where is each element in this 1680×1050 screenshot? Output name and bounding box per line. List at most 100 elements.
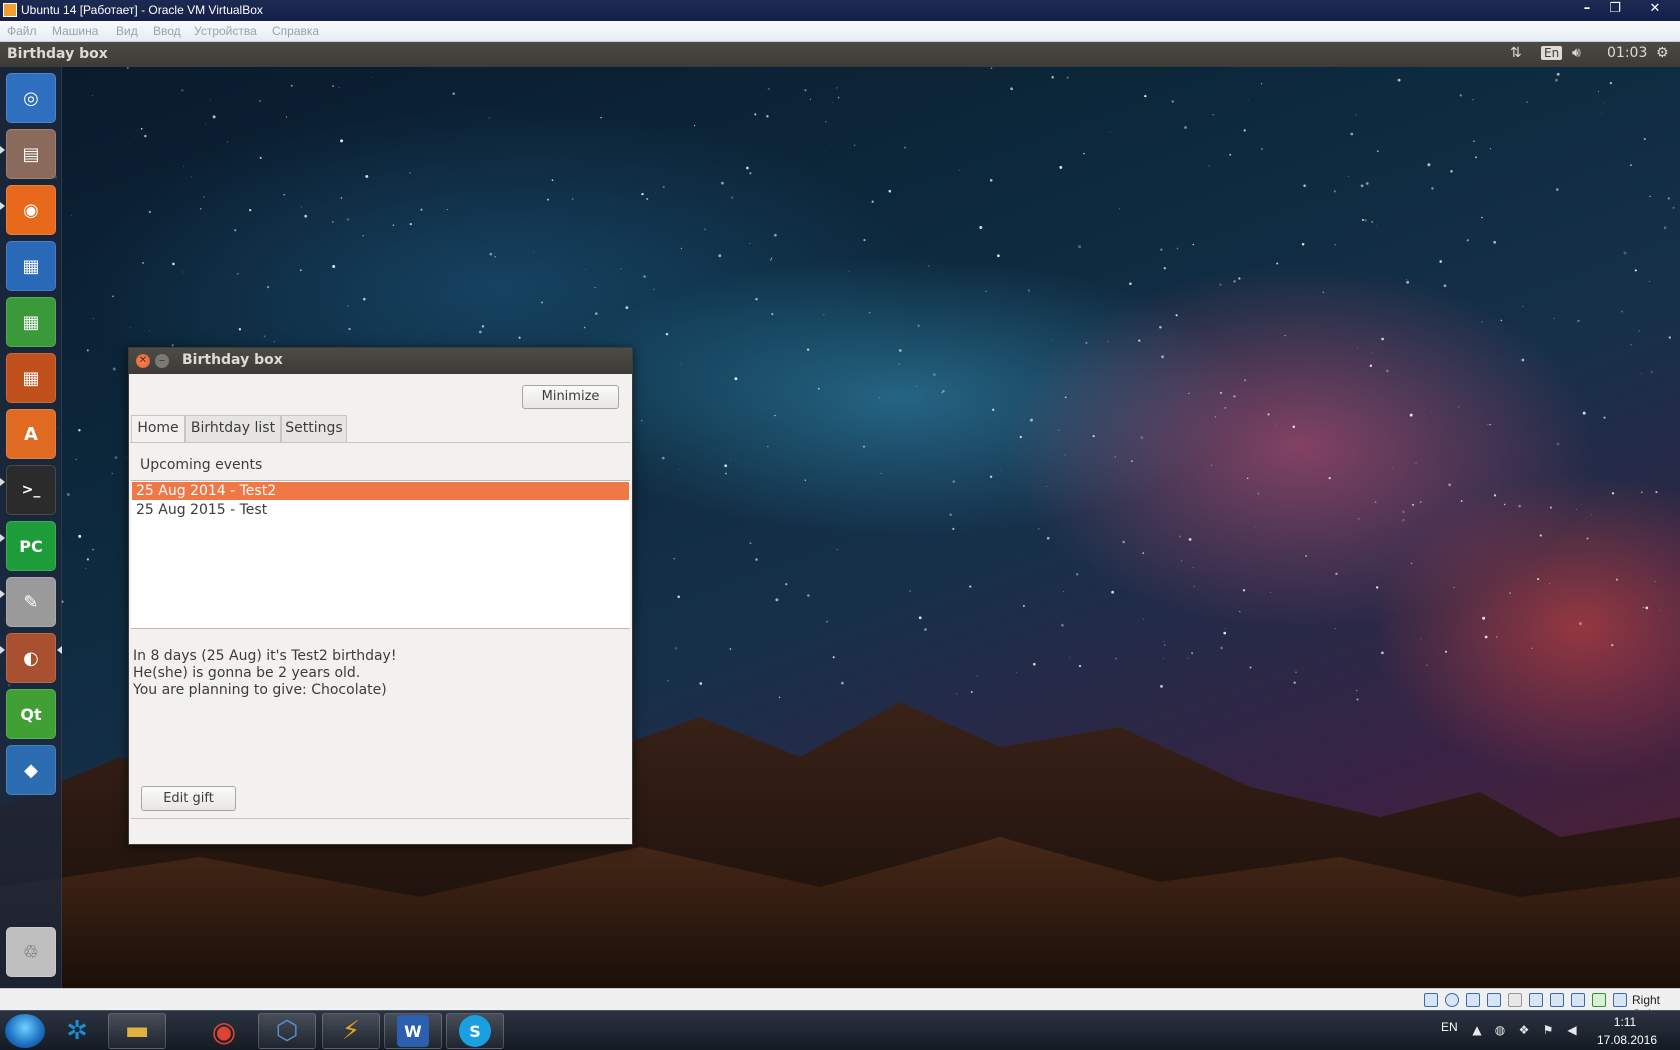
star (1556, 188, 1559, 191)
start-button[interactable] (5, 1014, 45, 1048)
star (1064, 454, 1066, 456)
star (203, 196, 205, 198)
firefox-icon[interactable]: ◉ (6, 185, 56, 235)
mouse-integration-icon[interactable] (1592, 993, 1606, 1007)
explorer-icon[interactable]: ▬ (108, 1013, 166, 1049)
shared-folders-icon[interactable] (1508, 993, 1522, 1007)
star (1188, 537, 1192, 541)
tab-birthday-list[interactable]: Birhtday list (185, 415, 281, 442)
star (769, 259, 772, 261)
speaker-tray-icon[interactable]: ◀ (1565, 1023, 1579, 1037)
action-center-icon[interactable]: ⚑ (1541, 1023, 1555, 1037)
star (1643, 138, 1646, 141)
panel-clock[interactable]: 01:03 (1607, 45, 1647, 61)
star (1220, 646, 1223, 650)
list-item[interactable]: 25 Aug 2014 - Test2 (132, 482, 629, 500)
events-list[interactable]: 25 Aug 2014 - Test2 25 Aug 2015 - Test (131, 480, 630, 629)
birthday-box-icon[interactable]: ◐ (6, 633, 56, 683)
steam-tray-icon[interactable]: ◍ (1493, 1023, 1507, 1037)
tray-clock-time[interactable]: 1:11 (1600, 1015, 1650, 1029)
star (1192, 243, 1195, 246)
winamp-glyph: ⚡ (341, 1016, 361, 1046)
software-center-icon[interactable]: A (6, 409, 56, 459)
tab-home[interactable]: Home (131, 415, 185, 443)
libreoffice-calc-icon[interactable]: ▦ (6, 297, 56, 347)
tray-expand-icon[interactable]: ▲ (1470, 1023, 1484, 1037)
qt-creator-icon[interactable]: Qt (6, 689, 56, 739)
network-adapter-icon[interactable] (1466, 993, 1480, 1007)
skype-icon[interactable]: S (446, 1013, 504, 1049)
host-minimize-button[interactable]: – (1573, 0, 1601, 18)
star (1375, 586, 1379, 589)
star (807, 594, 810, 597)
tab-settings[interactable]: Settings (281, 415, 347, 442)
display-icon[interactable] (1529, 993, 1543, 1007)
fish-app-icon[interactable]: ◆ (6, 745, 56, 795)
star (1069, 656, 1071, 658)
network-icon[interactable]: ⇅ (1510, 45, 1522, 61)
star (641, 192, 644, 196)
star (720, 181, 724, 185)
edit-gift-button[interactable]: Edit gift (141, 786, 236, 811)
star (640, 419, 643, 422)
star (1575, 508, 1577, 510)
star (78, 534, 82, 538)
network-app-icon[interactable]: ✲ (48, 1013, 106, 1049)
dropbox-tray-icon[interactable]: ❖ (1517, 1023, 1531, 1037)
star (600, 116, 602, 119)
star (770, 257, 773, 259)
keyboard-layout-indicator[interactable]: En (1541, 46, 1563, 60)
chrome-icon[interactable]: ◉ (195, 1013, 253, 1049)
virtualbox-icon[interactable]: ⬡ (258, 1013, 316, 1049)
usb-icon[interactable] (1487, 993, 1501, 1007)
list-item[interactable]: 25 Aug 2015 - Test (132, 501, 629, 519)
word-icon[interactable]: W (384, 1013, 442, 1049)
menu-help[interactable]: Справка (272, 24, 319, 38)
star (1450, 169, 1453, 173)
host-restore-button[interactable]: ❐ (1601, 0, 1629, 18)
menu-file[interactable]: Файл (7, 24, 37, 38)
storage-icon[interactable] (1424, 993, 1438, 1007)
terminal-icon[interactable]: >_ (6, 465, 56, 515)
optical-drive-icon[interactable] (1445, 993, 1459, 1007)
star (1645, 606, 1649, 610)
star (91, 94, 93, 96)
ubuntu-dash-icon[interactable]: ◎ (6, 73, 56, 123)
tray-clock-date[interactable]: 17.08.2016 (1596, 1033, 1658, 1047)
star (868, 311, 871, 314)
star (1621, 310, 1624, 313)
pycharm-glyph: PC (19, 536, 43, 556)
libreoffice-writer-icon[interactable]: ▦ (6, 241, 56, 291)
menu-machine[interactable]: Машина (52, 24, 98, 38)
star (1634, 269, 1637, 272)
app-titlebar[interactable]: ✕ – Birthday box (129, 348, 632, 374)
window-close-button[interactable]: ✕ (136, 354, 150, 368)
tray-language-indicator[interactable]: EN (1441, 1020, 1458, 1034)
trash-icon[interactable]: ♲ (6, 927, 56, 977)
libreoffice-impress-icon[interactable]: ▦ (6, 353, 56, 403)
star (494, 255, 496, 258)
text-editor-icon[interactable]: ✎ (6, 577, 56, 627)
star (551, 179, 554, 182)
window-minimize-button[interactable]: – (155, 354, 169, 368)
keyboard-capture-icon[interactable] (1613, 993, 1627, 1007)
star (478, 330, 482, 334)
star (704, 228, 706, 231)
menu-input[interactable]: Ввод (153, 24, 181, 38)
star (1397, 78, 1401, 82)
files-icon[interactable]: ▤ (6, 129, 56, 179)
star (1061, 623, 1064, 627)
minimize-button[interactable]: Minimize (522, 385, 619, 409)
star (1350, 132, 1354, 136)
cpu-icon[interactable] (1571, 993, 1585, 1007)
menu-view[interactable]: Вид (116, 24, 138, 38)
host-close-button[interactable]: ✕ (1638, 0, 1672, 18)
video-capture-icon[interactable] (1550, 993, 1564, 1007)
session-gear-icon[interactable]: ⚙ (1656, 45, 1669, 61)
volume-icon[interactable]: 🔊︎ (1572, 45, 1581, 61)
star (134, 135, 136, 137)
menu-devices[interactable]: Устройства (194, 24, 257, 38)
star (830, 144, 832, 146)
winamp-icon[interactable]: ⚡ (322, 1013, 380, 1049)
pycharm-icon[interactable]: PC (6, 521, 56, 571)
